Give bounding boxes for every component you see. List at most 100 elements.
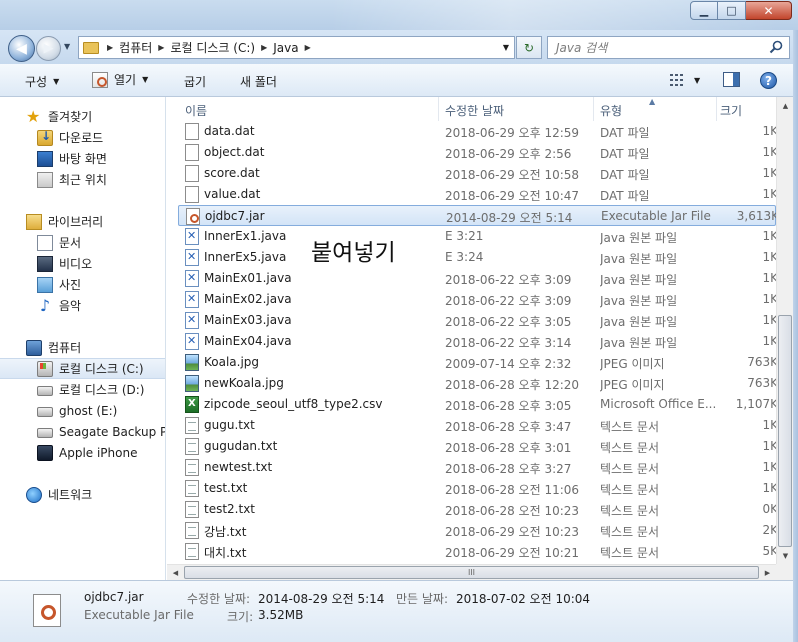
file-row[interactable]: zipcode_seoul_utf8_type2.csv 2018-06-28 오… (178, 394, 776, 415)
column-divider[interactable] (716, 97, 717, 121)
details-created-label: 만든 날짜: (396, 592, 449, 606)
view-options-icon[interactable] (670, 73, 686, 87)
breadcrumb-local-disk-c[interactable]: 로컬 디스크 (C:) (170, 39, 255, 56)
file-row[interactable]: 대치.txt 2018-06-29 오전 10:21 텍스트 문서 5K (178, 541, 776, 562)
close-button[interactable]: ✕ (746, 1, 792, 20)
file-date: 2018-06-22 오후 3:14 (445, 336, 572, 350)
nav-label: ghost (E:) (59, 403, 118, 418)
java-file-icon (185, 270, 199, 287)
column-header-name[interactable]: 이름 (185, 102, 207, 119)
burn-button[interactable]: 굽기 (184, 73, 206, 90)
chevron-right-icon[interactable]: ▶ (261, 43, 267, 52)
horizontal-scrollbar[interactable]: ◀ III ▶ (167, 564, 776, 580)
file-type: 텍스트 문서 (600, 462, 660, 476)
file-row[interactable]: 강남.txt 2018-06-29 오전 10:23 텍스트 문서 2K (178, 520, 776, 541)
scroll-up-icon[interactable]: ▲ (777, 97, 794, 114)
file-date: 2018-06-28 오후 3:27 (445, 462, 572, 476)
view-dropdown-icon[interactable]: ▼ (694, 76, 700, 85)
file-row[interactable]: MainEx01.java 2018-06-22 오후 3:09 Java 원본 파… (178, 268, 776, 289)
nav-network[interactable]: 네트워크 (0, 484, 165, 505)
paste-overlay-label: 붙여넣기 (305, 231, 435, 269)
nav-videos[interactable]: 비디오 (0, 253, 165, 274)
breadcrumb-java[interactable]: Java (273, 41, 298, 55)
file-row[interactable]: newtest.txt 2018-06-28 오후 3:27 텍스트 문서 1K (178, 457, 776, 478)
column-divider[interactable] (438, 97, 439, 121)
nav-documents[interactable]: 문서 (0, 232, 165, 253)
nav-label: Seagate Backup Plu (59, 424, 165, 439)
file-row[interactable]: InnerEx5.javaE 3:24Java 원본 파일1K (178, 247, 776, 268)
nav-computer[interactable]: 컴퓨터 (0, 337, 165, 358)
scroll-down-icon[interactable]: ▼ (777, 547, 794, 564)
chevron-right-icon[interactable]: ▶ (158, 43, 164, 52)
nav-seagate[interactable]: Seagate Backup Plu (0, 421, 165, 442)
chevron-right-icon[interactable]: ▶ (305, 43, 311, 52)
nav-ghost-e[interactable]: ghost (E:) (0, 400, 165, 421)
file-row[interactable]: value.dat 2018-06-29 오전 10:47 DAT 파일 1K (178, 184, 776, 205)
file-row[interactable]: score.dat 2018-06-29 오전 10:58 DAT 파일 1K (178, 163, 776, 184)
nav-apple-iphone[interactable]: Apple iPhone (0, 442, 165, 463)
file-size: 1K (762, 166, 776, 180)
preview-pane-icon[interactable] (723, 72, 740, 87)
file-size: 1K (762, 481, 776, 495)
nav-recent-places[interactable]: 최근 위치 (0, 169, 165, 190)
file-row[interactable]: test.txt 2018-06-28 오전 11:06 텍스트 문서 1K (178, 478, 776, 499)
forward-button[interactable]: ▶ (36, 36, 61, 61)
address-bar[interactable]: ▶ 컴퓨터 ▶ 로컬 디스크 (C:) ▶ Java ▶ ▼ (78, 36, 515, 59)
column-header-size[interactable]: 크기 (720, 102, 742, 119)
file-name: data.dat (204, 124, 255, 138)
file-date: E 3:24 (445, 250, 484, 264)
address-row: ◀ ▶ ▼ ▶ 컴퓨터 ▶ 로컬 디스크 (C:) ▶ Java ▶ ▼ ↻ J… (0, 30, 798, 64)
file-row[interactable]: InnerEx1.javaE 3:21Java 원본 파일1K (178, 226, 776, 247)
window-title-bar[interactable]: ▁ □ ✕ (0, 0, 798, 30)
nav-libraries[interactable]: 라이브러리 (0, 211, 165, 232)
maximize-button[interactable]: □ (718, 1, 746, 20)
file-date: 2018-06-22 오후 3:09 (445, 273, 572, 287)
file-row[interactable]: MainEx04.java 2018-06-22 오후 3:14 Java 원본 파… (178, 331, 776, 352)
file-row[interactable]: ojdbc7.jar 2014-08-29 오전 5:14 Executable J… (178, 205, 776, 226)
new-folder-button[interactable]: 새 폴더 (240, 73, 277, 90)
star-icon: ★ (26, 106, 41, 126)
file-row[interactable]: newKoala.jpg 2018-06-28 오후 12:20 JPEG 이미지 7… (178, 373, 776, 394)
recent-places-icon (37, 171, 53, 188)
refresh-button[interactable]: ↻ (516, 36, 542, 59)
nav-downloads[interactable]: 다운로드 (0, 127, 165, 148)
details-modified-label: 수정한 날짜: (187, 592, 251, 606)
vertical-scroll-thumb[interactable] (778, 315, 792, 547)
nav-desktop[interactable]: 바탕 화면 (0, 148, 165, 169)
scroll-left-icon[interactable]: ◀ (167, 565, 184, 581)
nav-favorites[interactable]: ★ 즐겨찾기 (0, 106, 165, 127)
open-button[interactable]: 열기 ▼ (92, 71, 148, 88)
chevron-right-icon[interactable]: ▶ (107, 43, 113, 52)
search-icon[interactable] (769, 40, 783, 54)
minimize-button[interactable]: ▁ (690, 1, 718, 20)
file-row[interactable]: data.dat 2018-06-29 오후 12:59 DAT 파일 1K (178, 121, 776, 142)
help-icon[interactable]: ? (760, 72, 777, 89)
file-date: 2018-06-29 오후 2:56 (445, 147, 572, 161)
file-row[interactable]: gugudan.txt 2018-06-28 오후 3:01 텍스트 문서 1K (178, 436, 776, 457)
nav-local-disk-d[interactable]: 로컬 디스크 (D:) (0, 379, 165, 400)
file-row[interactable]: Koala.jpg 2009-07-14 오후 2:32 JPEG 이미지 763K (178, 352, 776, 373)
nav-pictures[interactable]: 사진 (0, 274, 165, 295)
horizontal-scroll-thumb[interactable]: III (184, 566, 759, 579)
column-divider[interactable] (593, 97, 594, 121)
organize-button[interactable]: 구성 ▼ (25, 73, 59, 90)
file-row[interactable]: object.dat 2018-06-29 오후 2:56 DAT 파일 1K (178, 142, 776, 163)
file-row[interactable]: MainEx02.java 2018-06-22 오후 3:09 Java 원본 파… (178, 289, 776, 310)
column-header-date[interactable]: 수정한 날짜 (445, 102, 504, 119)
drive-icon (37, 407, 53, 417)
text-file-icon (185, 522, 199, 539)
breadcrumb-computer[interactable]: 컴퓨터 (119, 39, 152, 56)
vertical-scrollbar[interactable]: ▲ ▼ (776, 97, 793, 564)
file-name: gugu.txt (204, 418, 255, 432)
search-input[interactable]: Java 검색 (547, 36, 790, 59)
nav-music[interactable]: ♪ 음악 (0, 295, 165, 316)
recent-pages-dropdown[interactable]: ▼ (64, 42, 70, 51)
back-button[interactable]: ◀ (8, 35, 35, 62)
file-row[interactable]: gugu.txt 2018-06-28 오후 3:47 텍스트 문서 1K (178, 415, 776, 436)
file-row[interactable]: test2.txt 2018-06-28 오전 10:23 텍스트 문서 0K (178, 499, 776, 520)
address-dropdown-icon[interactable]: ▼ (503, 43, 509, 52)
scroll-right-icon[interactable]: ▶ (759, 565, 776, 581)
column-header-type[interactable]: 유형 (600, 102, 622, 119)
nav-local-disk-c[interactable]: 로컬 디스크 (C:) (0, 358, 165, 379)
file-row[interactable]: MainEx03.java 2018-06-22 오후 3:05 Java 원본 파… (178, 310, 776, 331)
